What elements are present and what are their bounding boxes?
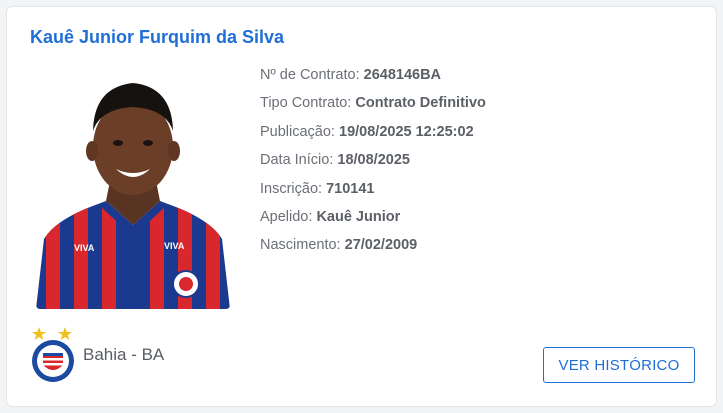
detail-label: Tipo Contrato:	[260, 95, 356, 112]
view-history-button[interactable]: VER HISTÓRICO	[543, 347, 695, 383]
detail-label: Nº de Contrato:	[260, 67, 364, 83]
detail-label: Apelido:	[260, 208, 317, 225]
registration-number: 710141	[326, 180, 375, 197]
birth-date-row: Nascimento: 27/02/2009	[260, 235, 486, 263]
detail-label: Data Início:	[260, 152, 338, 169]
contract-type: Contrato Definitivo	[355, 95, 486, 112]
nickname-row: Apelido: Kauê Junior	[260, 207, 486, 235]
club-name: Bahia - BA	[83, 345, 165, 364]
detail-label: Nascimento:	[260, 237, 345, 254]
player-photo-icon: VIVA VIVA	[36, 83, 230, 309]
player-name: Kauê Junior Furquim da Silva	[30, 27, 285, 47]
nickname: Kauê Junior	[316, 208, 401, 225]
registration-row: Inscrição: 710141	[260, 179, 486, 207]
publication-row: Publicação: 19/08/2025 12:25:02	[260, 122, 486, 150]
svg-text:VIVA: VIVA	[164, 241, 185, 251]
birth-date: 27/02/2009	[344, 237, 418, 254]
club-crest-icon	[32, 327, 74, 382]
detail-label: Publicação:	[260, 123, 339, 140]
publication-date: 19/08/2025 12:25:02	[339, 123, 474, 140]
start-date-row: Data Início: 18/08/2025	[260, 150, 486, 178]
contract-details: Nº de Contrato: 2648146BA Tipo Contrato:…	[260, 65, 486, 264]
detail-label: Inscrição:	[260, 180, 327, 197]
svg-text:VIVA: VIVA	[74, 243, 95, 253]
contract-number: 2648146BA	[363, 67, 442, 83]
contract-number-row: Nº de Contrato: 2648146BA	[260, 65, 486, 93]
contract-type-row: Tipo Contrato: Contrato Definitivo	[260, 93, 486, 121]
club-info: Bahia - BA	[29, 325, 229, 385]
player-card: Kauê Junior Furquim da Silva VIVA VIVA N…	[6, 6, 717, 407]
player-photo: VIVA VIVA	[36, 69, 230, 309]
start-date: 18/08/2025	[337, 152, 410, 169]
